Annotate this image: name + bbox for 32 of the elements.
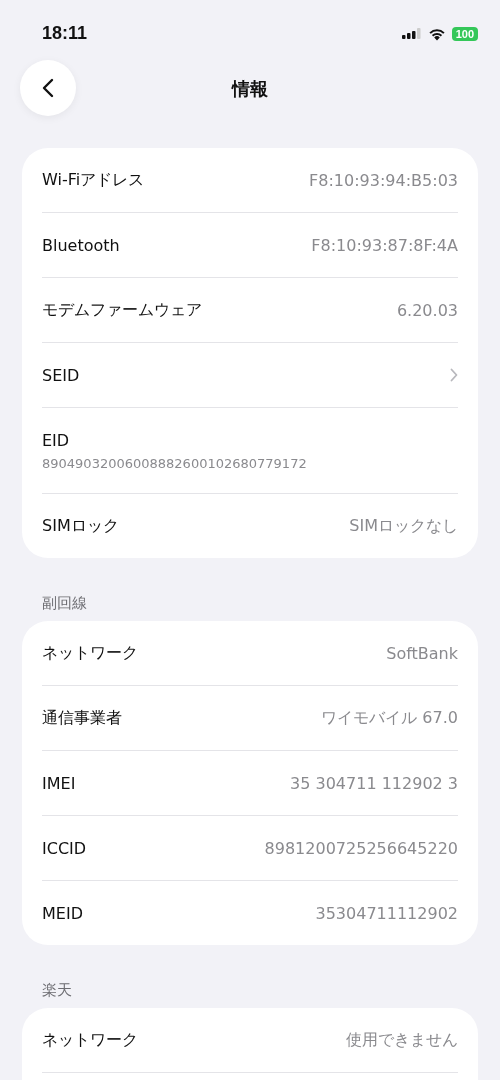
row-value: SoftBank — [386, 643, 458, 663]
row-label: ネットワーク — [42, 642, 138, 664]
signal-icon — [401, 28, 422, 40]
row-label: Bluetooth — [42, 235, 120, 255]
row-value: 6.20.03 — [396, 300, 458, 320]
row-label: 通信事業者 — [42, 707, 122, 729]
section-header: 楽天 — [42, 981, 73, 1000]
page-title: 情報 — [232, 77, 268, 101]
row-label: ネットワーク — [42, 1029, 138, 1051]
row-value: ワイモバイル 67.0 — [321, 707, 458, 729]
back-icon — [42, 78, 54, 98]
section-header: 副回線 — [42, 594, 88, 613]
settings-row[interactable]: SEID — [42, 343, 458, 407]
row-label: モデムファームウェア — [42, 299, 202, 321]
row-label: EID — [42, 430, 70, 450]
row-value: 使用できません — [346, 1029, 458, 1051]
row-label: ICCID — [42, 838, 87, 858]
battery-indicator: 100 — [451, 27, 478, 41]
row-label: MEID — [42, 903, 83, 923]
status-time: 18:11 — [42, 23, 88, 45]
row-label: Wi-Fiアドレス — [42, 169, 145, 191]
row-label: SIMロック — [42, 515, 119, 537]
row-value: F8:10:93:94:B5:03 — [309, 170, 458, 190]
row-value: F8:10:93:87:8F:4A — [311, 235, 458, 255]
wifi-icon — [427, 27, 446, 41]
row-value: 8981200725256645220 — [264, 838, 458, 858]
row-value: 35 304711 112902 3 — [290, 773, 458, 793]
row-value: 35304711112902 — [315, 903, 458, 923]
row-value: SIMロックなし — [349, 515, 458, 537]
row-value: 89049032006008882600102680779172 — [42, 455, 307, 471]
chevron-icon — [450, 368, 458, 382]
row-label: IMEI — [42, 773, 76, 793]
